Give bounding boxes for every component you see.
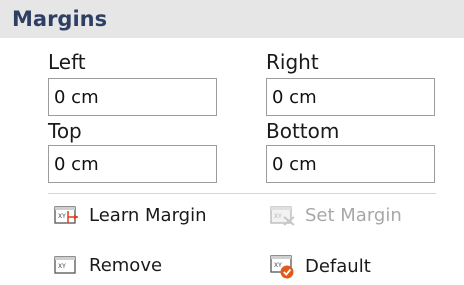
default-label: Default [305,256,371,277]
default-margin-icon: XY [270,255,294,279]
learn-margin-icon: XY [54,206,78,224]
right-margin-field[interactable] [266,78,435,116]
svg-text:XY: XY [274,262,282,269]
svg-text:XY: XY [58,263,66,270]
learn-margin-button[interactable]: XY Learn Margin [54,205,207,227]
set-margin-label: Set Margin [305,205,402,226]
panel-title: Margins [12,7,108,31]
right-margin-label: Right [266,50,319,74]
bottom-margin-field[interactable] [266,145,435,183]
top-margin-field[interactable] [48,145,217,183]
margins-panel-header: Margins [0,0,464,38]
svg-text:XY: XY [58,213,66,220]
remove-margin-icon: XY [54,256,76,274]
left-margin-field[interactable] [48,78,217,116]
svg-text:XY: XY [274,213,282,220]
separator [48,193,436,194]
bottom-margin-label: Bottom [266,119,340,143]
set-margin-icon: XY [270,206,295,226]
remove-label: Remove [89,255,163,276]
set-margin-button[interactable]: XY Set Margin [270,205,402,227]
learn-margin-label: Learn Margin [89,205,207,226]
default-button[interactable]: XY Default [270,255,371,279]
left-margin-label: Left [48,50,86,74]
top-margin-label: Top [48,119,82,143]
remove-button[interactable]: XY Remove [54,255,162,277]
